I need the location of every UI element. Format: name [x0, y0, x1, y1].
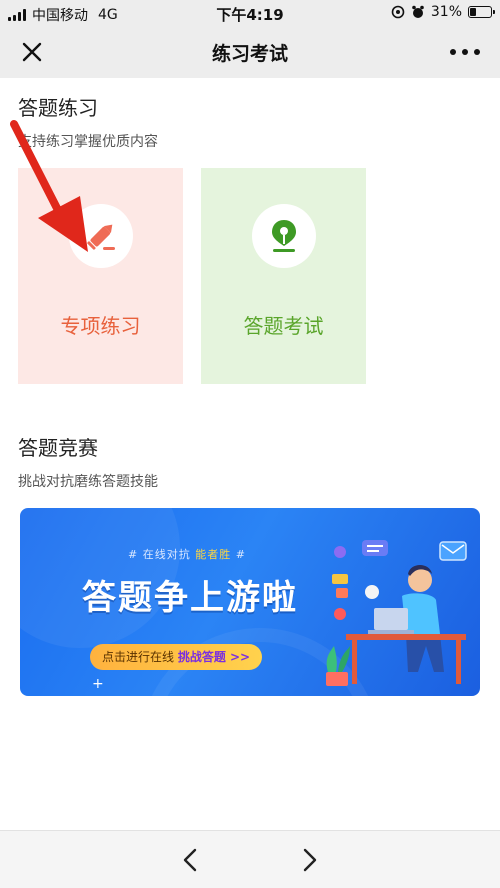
plus-decoration-icon: +	[92, 676, 104, 692]
pen-nib-icon	[271, 220, 296, 252]
practice-section-title: 答题练习	[18, 96, 98, 120]
bottom-toolbar	[0, 830, 500, 888]
alarm-icon	[412, 5, 424, 18]
banner-cta-button[interactable]: 点击进行在线 挑战答题 >>	[90, 644, 263, 670]
nav-bar: 练习考试	[0, 26, 500, 78]
pencil-icon	[86, 224, 115, 250]
page-title: 练习考试	[211, 43, 288, 65]
pen-nib-icon-circle	[251, 204, 316, 268]
chevron-left-icon[interactable]	[180, 847, 200, 873]
pencil-icon-circle	[68, 204, 133, 268]
more-dots-icon[interactable]	[450, 40, 480, 64]
status-bar: 中国移动 4G 下午4:19 31%	[0, 0, 500, 26]
exam-label: 答题考试	[243, 314, 324, 338]
battery-percent: 31%	[430, 4, 462, 20]
banner-headline: 答题争上游啦	[82, 578, 298, 618]
person-at-desk-illustration	[326, 540, 467, 686]
lock-rotation-icon	[391, 5, 405, 19]
special-practice-card[interactable]: 专项练习	[18, 168, 183, 384]
battery-icon	[468, 6, 495, 18]
competition-section-desc: 挑战对抗磨练答题技能	[18, 474, 158, 490]
exam-card[interactable]: 答题考试	[201, 168, 366, 384]
special-practice-label: 专项练习	[60, 314, 141, 338]
competition-banner[interactable]: # 在线对抗 能者胜 # 答题争上游啦 点击进行在线 挑战答题 >> +	[20, 508, 480, 696]
chevron-right-icon[interactable]	[300, 847, 320, 873]
practice-section-desc: 支持练习掌握优质内容	[18, 134, 158, 150]
competition-section-title: 答题竞赛	[18, 436, 98, 460]
banner-tagline: # 在线对抗 能者胜 #	[128, 548, 246, 561]
